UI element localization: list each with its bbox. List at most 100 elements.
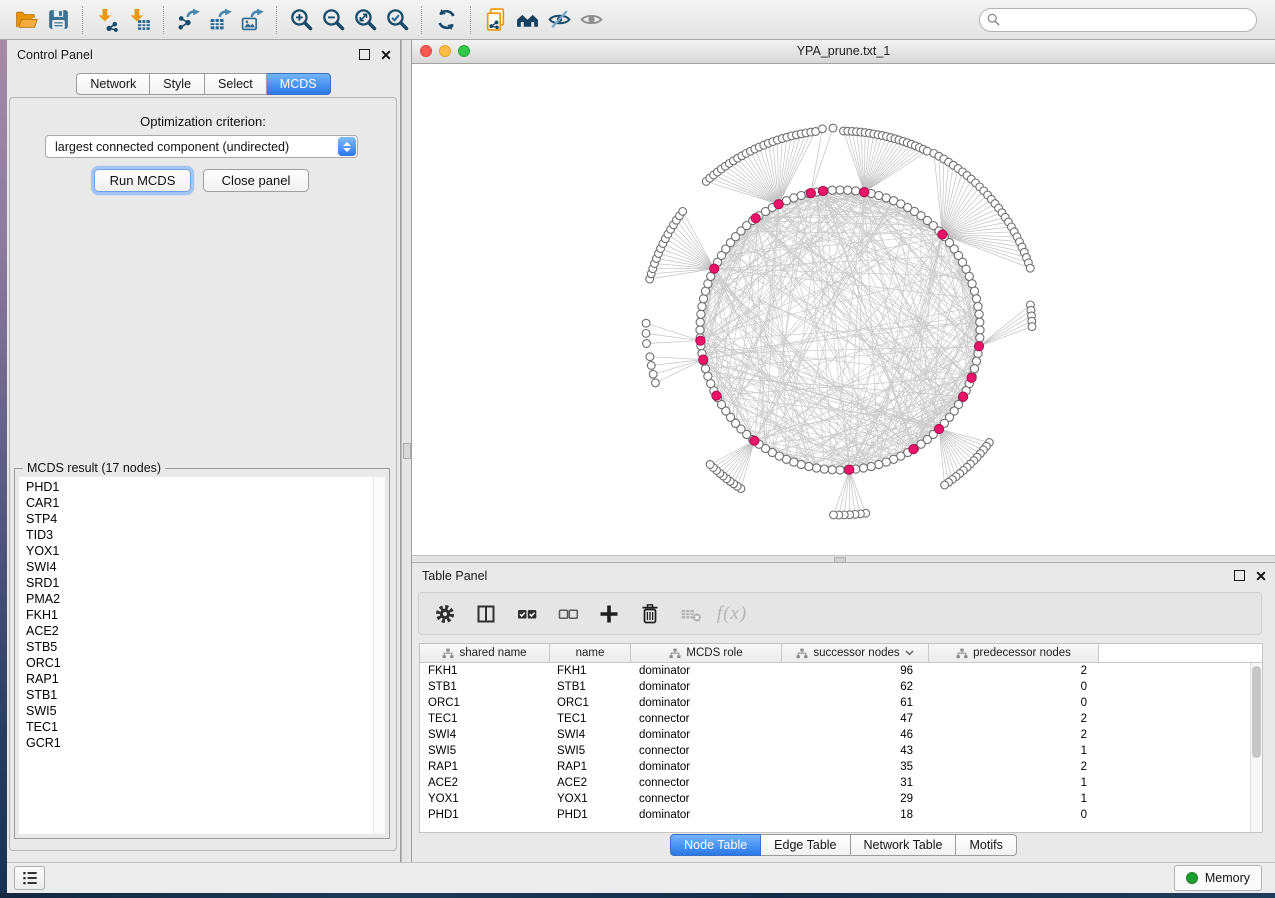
table-row[interactable]: TEC1TEC1connector472 (420, 711, 1262, 727)
optimization-criterion-select[interactable]: largest connected component (undirected) (45, 135, 358, 158)
select-all-rows-button[interactable] (514, 601, 540, 627)
zoom-selected-button[interactable] (381, 4, 413, 36)
float-panel-icon[interactable] (359, 49, 370, 60)
deselect-all-rows-button[interactable] (555, 601, 581, 627)
cell-predecessor-nodes: 2 (929, 665, 1099, 677)
zoom-fit-button[interactable] (349, 4, 381, 36)
mcds-result-item[interactable]: SRD1 (26, 575, 385, 591)
mcds-result-item[interactable]: PHD1 (26, 479, 385, 495)
mcds-result-item[interactable]: PMA2 (26, 591, 385, 607)
cell-shared-name: SWI5 (420, 745, 550, 757)
table-row[interactable]: FKH1FKH1dominator962 (420, 663, 1262, 679)
mcds-result-item[interactable]: FKH1 (26, 607, 385, 623)
export-network-button[interactable] (172, 4, 204, 36)
close-table-panel-icon[interactable] (1256, 571, 1266, 581)
close-window-icon[interactable] (420, 45, 432, 57)
column-header-predecessor-nodes[interactable]: predecessor nodes (929, 644, 1099, 663)
column-header-MCDS-role[interactable]: MCDS role (631, 644, 782, 663)
mcds-result-item[interactable]: CAR1 (26, 495, 385, 511)
toggle-panes-button[interactable] (473, 601, 499, 627)
table-row[interactable]: PHD1PHD1dominator180 (420, 807, 1262, 823)
new-network-from-selection-button[interactable] (479, 4, 511, 36)
add-column-icon (597, 602, 621, 626)
save-session-button[interactable] (42, 4, 74, 36)
mcds-result-item[interactable]: STP4 (26, 511, 385, 527)
table-row[interactable]: STB1STB1dominator620 (420, 679, 1262, 695)
column-header-shared-name[interactable]: shared name (420, 644, 550, 663)
table-row[interactable]: ACE2ACE2connector311 (420, 775, 1262, 791)
run-mcds-button[interactable]: Run MCDS (94, 169, 191, 192)
mcds-result-item[interactable]: RAP1 (26, 671, 385, 687)
first-neighbors-button[interactable] (511, 4, 543, 36)
vertical-splitter-handle[interactable] (403, 443, 411, 459)
import-table-button[interactable] (123, 4, 155, 36)
table-scrollbar-thumb[interactable] (1252, 666, 1261, 758)
desktop-wallpaper-left (0, 40, 7, 898)
float-table-panel-icon[interactable] (1234, 570, 1245, 581)
refresh-layout-button[interactable] (430, 4, 462, 36)
vertical-splitter[interactable] (401, 40, 412, 862)
export-table-button[interactable] (204, 4, 236, 36)
close-panel-button[interactable]: Close panel (203, 169, 309, 192)
maximize-window-icon[interactable] (458, 45, 470, 57)
table-row[interactable]: SWI4SWI4dominator462 (420, 727, 1262, 743)
tab-motifs[interactable]: Motifs (956, 834, 1016, 856)
delete-table-button (678, 601, 704, 627)
cell-name: SWI4 (550, 729, 631, 741)
table-row[interactable]: YOX1YOX1connector291 (420, 791, 1262, 807)
import-network-button[interactable] (91, 4, 123, 36)
tab-mcds[interactable]: MCDS (267, 73, 331, 95)
cell-shared-name: STB1 (420, 681, 550, 693)
tab-network[interactable]: Network (76, 73, 150, 95)
table-row[interactable]: ORC1ORC1dominator610 (420, 695, 1262, 711)
tab-edge-table[interactable]: Edge Table (761, 834, 850, 856)
tab-node-table[interactable]: Node Table (670, 834, 761, 856)
mcds-result-item[interactable]: ORC1 (26, 655, 385, 671)
table-body: FKH1FKH1dominator962STB1STB1dominator620… (420, 663, 1262, 823)
close-panel-icon[interactable] (381, 50, 391, 60)
search-input[interactable] (1004, 10, 1256, 30)
mcds-result-item[interactable]: YOX1 (26, 543, 385, 559)
zoom-out-button[interactable] (317, 4, 349, 36)
table-scrollbar[interactable] (1250, 663, 1262, 832)
network-canvas[interactable] (412, 64, 1275, 555)
zoom-in-button[interactable] (285, 4, 317, 36)
mcds-result-item[interactable]: STB1 (26, 687, 385, 703)
hide-selected-button[interactable] (543, 4, 575, 36)
cell-predecessor-nodes: 0 (929, 681, 1099, 693)
mcds-result-item[interactable]: ACE2 (26, 623, 385, 639)
memory-button[interactable]: Memory (1174, 865, 1262, 891)
cell-shared-name: SWI4 (420, 729, 550, 741)
mcds-result-item[interactable]: TEC1 (26, 719, 385, 735)
mcds-result-item[interactable]: STB5 (26, 639, 385, 655)
mcds-result-item[interactable]: SWI4 (26, 559, 385, 575)
optimization-criterion-label: Optimization criterion: (10, 114, 396, 129)
horizontal-splitter[interactable] (412, 555, 1275, 563)
table-row[interactable]: RAP1RAP1dominator352 (420, 759, 1262, 775)
mcds-result-item[interactable]: TID3 (26, 527, 385, 543)
tab-style[interactable]: Style (150, 73, 205, 95)
show-all-button[interactable] (575, 4, 607, 36)
tab-network-table[interactable]: Network Table (851, 834, 957, 856)
hide-selected-icon (547, 7, 572, 32)
tab-select[interactable]: Select (205, 73, 267, 95)
cell-shared-name: ORC1 (420, 697, 550, 709)
column-header-name[interactable]: name (550, 644, 631, 663)
open-file-button[interactable] (10, 4, 42, 36)
mcds-list-scrollbar[interactable] (373, 477, 385, 834)
search-field[interactable] (979, 8, 1257, 32)
mcds-result-item[interactable]: GCR1 (26, 735, 385, 751)
mcds-result-list[interactable]: PHD1CAR1STP4TID3YOX1SWI4SRD1PMA2FKH1ACE2… (19, 477, 385, 834)
task-history-button[interactable] (14, 866, 45, 890)
toolbar-separator (163, 6, 164, 34)
export-image-button[interactable] (236, 4, 268, 36)
table-settings-button[interactable] (432, 601, 458, 627)
mcds-result-item[interactable]: SWI5 (26, 703, 385, 719)
network-view-window: YPA_prune.txt_1 (412, 40, 1275, 555)
column-header-successor-nodes[interactable]: successor nodes (782, 644, 929, 663)
cell-predecessor-nodes: 2 (929, 729, 1099, 741)
add-column-button[interactable] (596, 601, 622, 627)
delete-column-button[interactable] (637, 601, 663, 627)
table-row[interactable]: SWI5SWI5connector431 (420, 743, 1262, 759)
minimize-window-icon[interactable] (439, 45, 451, 57)
